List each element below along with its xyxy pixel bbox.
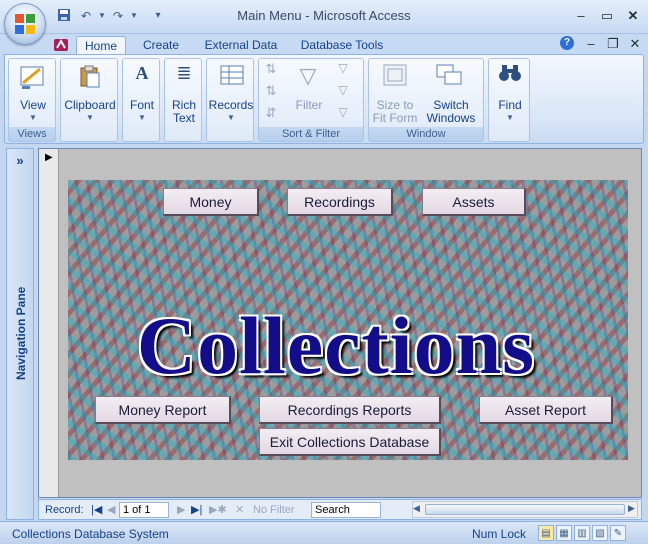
find-button[interactable]: Find — [489, 99, 531, 112]
sort-ascending-icon[interactable]: ⇅ — [261, 61, 281, 77]
first-record-icon[interactable]: |◀ — [91, 503, 102, 517]
form-view-icon[interactable]: ▤ — [538, 525, 554, 541]
assets-button[interactable]: Assets — [422, 188, 526, 216]
binoculars-icon — [495, 63, 525, 88]
num-lock-indicator: Num Lock — [472, 527, 527, 541]
help-icon[interactable]: ? — [560, 36, 574, 50]
ribbon-close-icon[interactable]: ✕ — [626, 37, 644, 51]
money-report-button[interactable]: Money Report — [95, 396, 231, 424]
size-to-fit-icon — [379, 63, 411, 92]
toggle-filter-icon[interactable]: ▽ — [333, 105, 353, 119]
record-label: Record: — [45, 504, 84, 516]
next-record-icon[interactable]: ▶ — [177, 503, 185, 517]
filter-status-icon: ✕ — [235, 504, 245, 516]
advanced-filter-icon[interactable]: ▽ — [333, 83, 353, 97]
status-bar: Collections Database System Num Lock ▤ ▦… — [0, 521, 648, 544]
minimize-icon[interactable]: – — [572, 9, 590, 23]
exit-button[interactable]: Exit Collections Database — [259, 428, 441, 456]
filter-icon: ▽ — [299, 63, 317, 88]
group-clipboard: Clipboard ▼ — [60, 58, 118, 142]
record-selector[interactable]: ▶ — [39, 149, 59, 497]
sort-descending-icon[interactable]: ⇅ — [261, 83, 281, 99]
view-icon — [17, 63, 47, 96]
group-sort-filter: ⇅ ⇅ ⇵ ▽ Filter ▽ ▽ ▽ Sort & Filter — [258, 58, 364, 142]
recordings-button[interactable]: Recordings — [287, 188, 393, 216]
group-find: Find ▼ — [488, 58, 530, 142]
pencil-view-icon[interactable]: ✎ — [610, 525, 626, 541]
new-record-icon[interactable]: ▶✱ — [209, 503, 227, 517]
tab-home[interactable]: Home — [76, 36, 126, 54]
sort-filter-group-label: Sort & Filter — [259, 127, 363, 141]
font-dropdown-icon[interactable]: ▼ — [123, 113, 161, 122]
nav-pane-expand-icon[interactable]: » — [7, 153, 33, 168]
records-button[interactable]: Records — [207, 99, 255, 112]
tab-external-data[interactable]: External Data — [198, 36, 284, 54]
layout-view-icon[interactable]: ▥ — [574, 525, 590, 541]
size-to-fit-label-2[interactable]: Fit Form — [369, 112, 421, 125]
previous-record-icon[interactable]: ◀ — [107, 503, 115, 517]
tab-create[interactable]: Create — [136, 36, 186, 54]
horizontal-scrollbar[interactable]: ◀ ▶ — [412, 501, 638, 518]
group-window: Size to Fit Form Switch Windows Window — [368, 58, 484, 142]
status-text: Collections Database System — [12, 527, 169, 541]
group-rich-text: ≣ Rich Text — [164, 58, 202, 142]
view-button[interactable]: View — [9, 99, 57, 112]
group-views: View ▼ Views — [8, 58, 56, 142]
find-dropdown-icon[interactable]: ▼ — [489, 113, 531, 122]
clipboard-icon — [75, 63, 105, 94]
window-title: Main Menu - Microsoft Access — [237, 8, 411, 23]
record-selector-arrow-icon: ▶ — [45, 152, 53, 163]
tab-database-tools[interactable]: Database Tools — [296, 36, 388, 54]
records-icon — [217, 63, 247, 92]
clear-sort-icon[interactable]: ⇵ — [261, 105, 281, 121]
rich-text-icon: ≣ — [176, 63, 192, 83]
records-dropdown-icon[interactable]: ▼ — [207, 113, 255, 122]
scrollbar-thumb[interactable] — [425, 504, 625, 515]
filter-button[interactable]: Filter — [289, 99, 329, 112]
scroll-right-icon[interactable]: ▶ — [628, 503, 638, 514]
ribbon-minimize-icon[interactable]: – — [582, 37, 600, 51]
money-button[interactable]: Money — [163, 188, 259, 216]
views-group-label: Views — [9, 127, 55, 141]
maximize-icon[interactable]: ▭ — [598, 9, 616, 23]
last-record-icon[interactable]: ▶| — [191, 503, 202, 517]
access-app-icon — [52, 36, 70, 54]
group-font: A Font ▼ — [122, 58, 160, 142]
font-icon: A — [135, 63, 149, 83]
window-group-label: Window — [369, 127, 483, 141]
close-icon[interactable]: ✕ — [624, 9, 642, 23]
switch-windows-label-2[interactable]: Windows — [423, 112, 479, 125]
clipboard-dropdown-icon[interactable]: ▼ — [61, 113, 119, 122]
collections-title: Collections — [136, 300, 536, 391]
clipboard-button[interactable]: Clipboard — [61, 99, 119, 112]
search-field[interactable]: Search — [311, 502, 381, 518]
design-view-icon[interactable]: ▧ — [592, 525, 608, 541]
switch-windows-icon — [433, 63, 465, 92]
nav-pane-label: Navigation Pane — [14, 286, 28, 380]
asset-report-button[interactable]: Asset Report — [479, 396, 613, 424]
datasheet-view-icon[interactable]: ▦ — [556, 525, 572, 541]
navigation-pane[interactable]: » Navigation Pane — [6, 148, 34, 520]
view-dropdown-icon[interactable]: ▼ — [9, 113, 57, 122]
office-button[interactable] — [4, 3, 46, 45]
font-button[interactable]: Font — [123, 99, 161, 112]
recordings-reports-button[interactable]: Recordings Reports — [259, 396, 441, 424]
scroll-left-icon[interactable]: ◀ — [413, 503, 423, 514]
group-records: Records ▼ — [206, 58, 254, 142]
no-filter-indicator[interactable]: No Filter — [253, 503, 295, 517]
record-position-field[interactable]: 1 of 1 — [119, 502, 169, 518]
ribbon-restore-icon[interactable]: ❐ — [604, 37, 622, 51]
office-logo-icon — [15, 14, 35, 34]
selection-filter-icon[interactable]: ▽ — [333, 61, 353, 75]
rich-text-label-2[interactable]: Text — [165, 112, 203, 125]
